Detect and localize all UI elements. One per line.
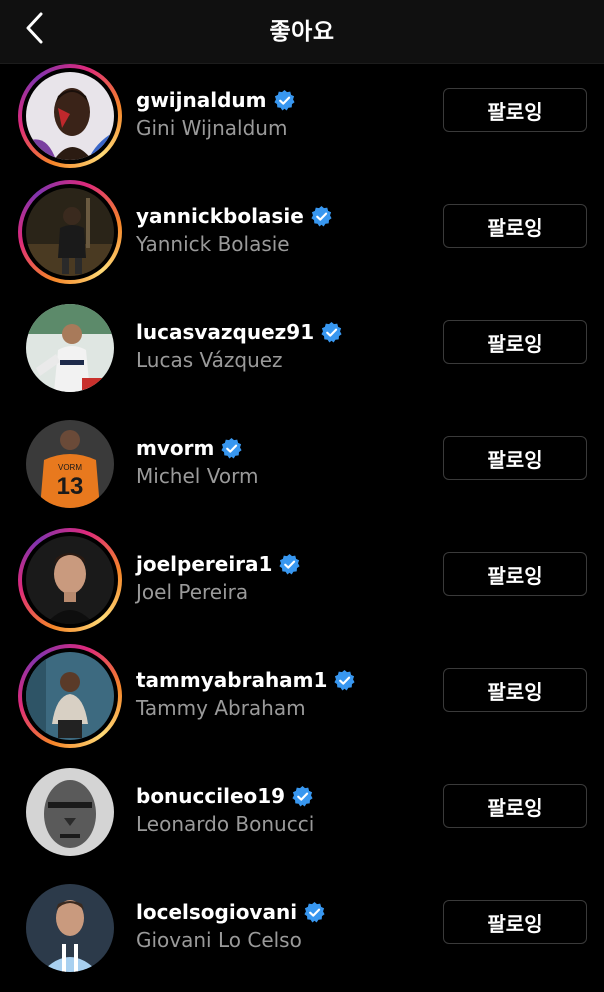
username[interactable]: joelpereira1	[136, 552, 272, 576]
verified-badge-icon	[292, 785, 313, 806]
user-names: joelpereira1 Joel Pereira	[136, 549, 301, 604]
username[interactable]: bonuccileo19	[136, 784, 285, 808]
full-name: Tammy Abraham	[136, 696, 306, 720]
verified-badge-icon	[304, 901, 325, 922]
story-ring[interactable]	[18, 64, 122, 168]
following-button[interactable]: 팔로잉	[443, 552, 587, 596]
following-button[interactable]: 팔로잉	[443, 320, 587, 364]
avatar: 13 VORM	[26, 420, 114, 508]
verified-badge-icon	[221, 437, 242, 458]
verified-badge-icon	[334, 669, 355, 690]
username[interactable]: gwijnaldum	[136, 88, 267, 112]
full-name: Michel Vorm	[136, 464, 259, 488]
story-ring[interactable]	[18, 180, 122, 284]
full-name: Yannick Bolasie	[136, 232, 290, 256]
top-bar: 좋아요	[0, 0, 604, 64]
full-name: Leonardo Bonucci	[136, 812, 315, 836]
verified-badge-icon	[311, 205, 332, 226]
user-row: bonuccileo19 Leonardo Bonucci 팔로잉	[0, 760, 604, 876]
user-names: mvorm Michel Vorm	[136, 433, 258, 488]
user-names: bonuccileo19 Leonardo Bonucci	[136, 781, 314, 836]
avatar-frame[interactable]	[18, 876, 122, 980]
page-title: 좋아요	[269, 19, 335, 45]
following-button[interactable]: 팔로잉	[443, 668, 587, 712]
user-names: locelsogiovani Giovani Lo Celso	[136, 897, 326, 952]
username[interactable]: mvorm	[136, 436, 214, 460]
user-names: tammyabraham1 Tammy Abraham	[136, 665, 356, 720]
full-name: Joel Pereira	[136, 580, 249, 604]
user-row: lucasvazquez91 Lucas Vázquez 팔로잉	[0, 296, 604, 412]
username[interactable]: lucasvazquez91	[136, 320, 314, 344]
username[interactable]: locelsogiovani	[136, 900, 297, 924]
avatar	[26, 768, 114, 856]
svg-text:13: 13	[57, 473, 84, 500]
user-names: yannickbolasie Yannick Bolasie	[136, 201, 333, 256]
story-ring[interactable]	[18, 528, 122, 632]
full-name: Gini Wijnaldum	[136, 116, 288, 140]
verified-badge-icon	[321, 321, 342, 342]
user-row: locelsogiovani Giovani Lo Celso 팔로잉	[0, 876, 604, 992]
verified-badge-icon	[273, 89, 295, 110]
following-button[interactable]: 팔로잉	[443, 900, 587, 944]
story-ring[interactable]	[18, 644, 122, 748]
avatar	[26, 304, 114, 392]
user-row: yannickbolasie Yannick Bolasie 팔로잉	[0, 180, 604, 296]
user-names: gwijnaldum Gini Wijnaldum	[136, 85, 296, 140]
user-row: gwijnaldum Gini Wijnaldum 팔로잉	[0, 64, 604, 180]
avatar	[26, 72, 114, 160]
avatar	[26, 536, 114, 624]
verified-badge-icon	[279, 553, 301, 574]
avatar	[26, 652, 114, 740]
following-button[interactable]: 팔로잉	[443, 784, 587, 828]
svg-text:VORM: VORM	[58, 463, 82, 472]
following-button[interactable]: 팔로잉	[443, 88, 587, 132]
username[interactable]: yannickbolasie	[136, 204, 304, 228]
following-button[interactable]: 팔로잉	[443, 436, 587, 480]
full-name: Giovani Lo Celso	[136, 928, 302, 952]
avatar-frame[interactable]	[18, 296, 122, 400]
user-row: joelpereira1 Joel Pereira 팔로잉	[0, 528, 604, 644]
user-row: tammyabraham1 Tammy Abraham 팔로잉	[0, 644, 604, 760]
following-button[interactable]: 팔로잉	[443, 204, 587, 248]
avatar-frame[interactable]	[18, 760, 122, 864]
user-names: lucasvazquez91 Lucas Vázquez	[136, 317, 343, 372]
user-row: 13 VORM mvorm Michel Vorm 팔로잉	[0, 412, 604, 528]
avatar-frame[interactable]: 13 VORM	[18, 412, 122, 516]
username[interactable]: tammyabraham1	[136, 668, 327, 692]
full-name: Lucas Vázquez	[136, 348, 283, 372]
avatar	[26, 188, 114, 276]
avatar	[26, 884, 114, 972]
